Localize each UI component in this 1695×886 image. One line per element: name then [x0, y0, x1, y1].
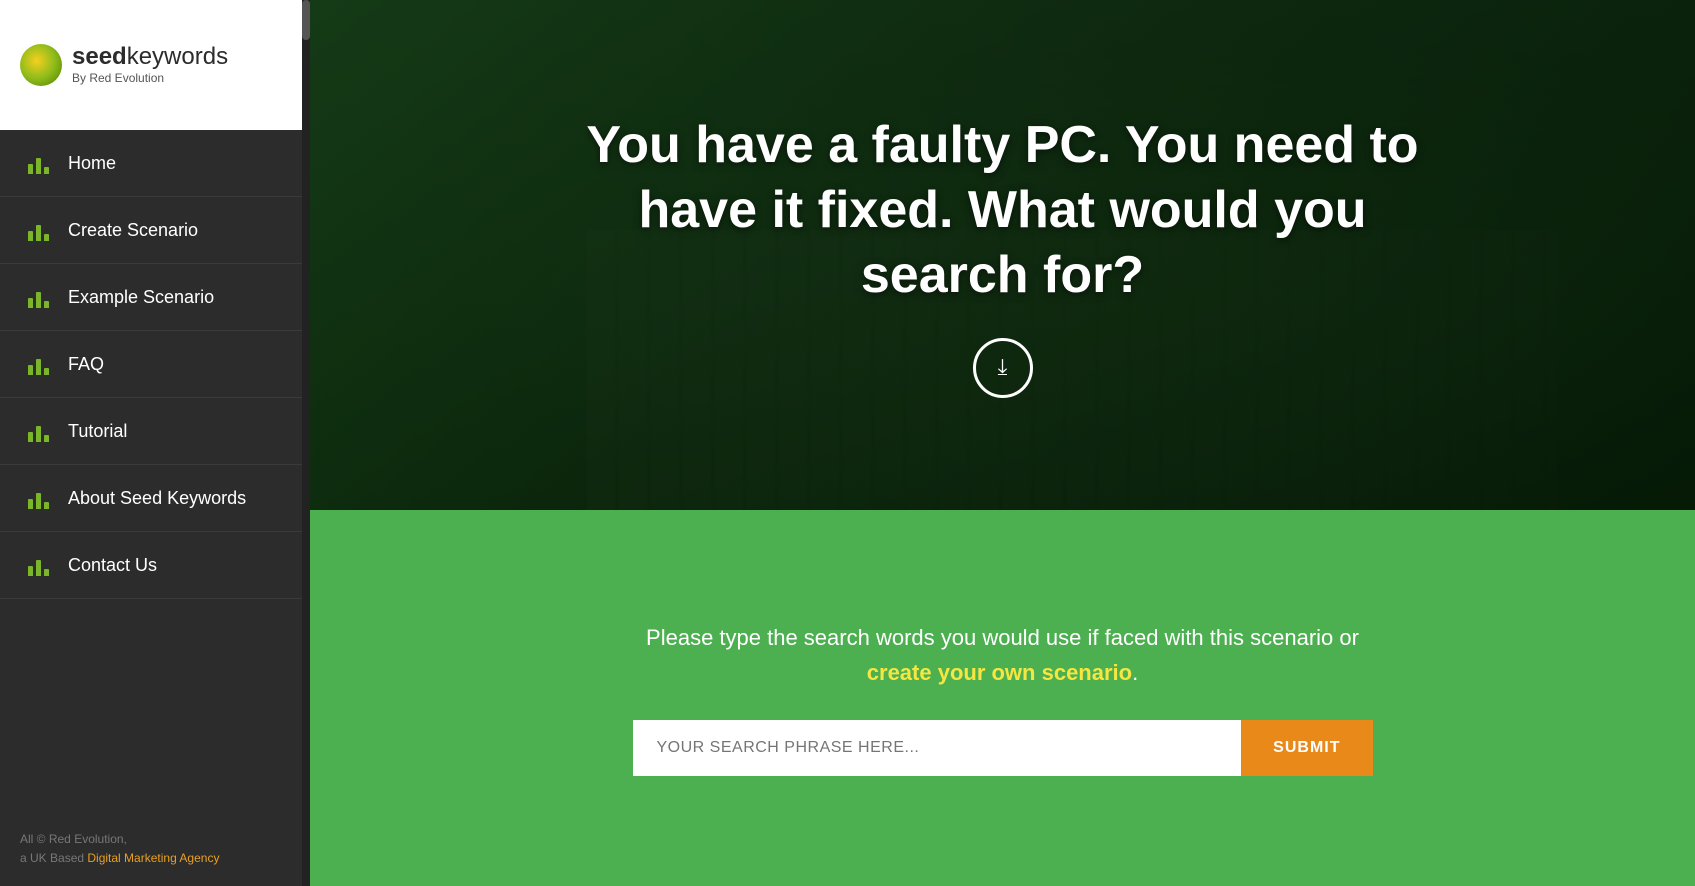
logo-bold: seed	[72, 43, 127, 70]
main-content: You have a faulty PC. You need to have i…	[310, 0, 1695, 886]
search-desc-part1: Please type the search words you would u…	[646, 625, 1359, 650]
search-section: Please type the search words you would u…	[310, 510, 1695, 886]
search-description: Please type the search words you would u…	[633, 620, 1373, 690]
nav-label-tutorial: Tutorial	[68, 421, 127, 442]
nav-label-example-scenario: Example Scenario	[68, 287, 214, 308]
hero-title: You have a faulty PC. You need to have i…	[553, 113, 1453, 308]
contact-bar-icon	[28, 554, 50, 576]
sidebar-item-create-scenario[interactable]: Create Scenario	[0, 197, 310, 264]
hero-section: You have a faulty PC. You need to have i…	[310, 0, 1695, 510]
tutorial-bar-icon	[28, 420, 50, 442]
sidebar-item-contact-us[interactable]: Contact Us	[0, 532, 310, 599]
scrollbar-track	[302, 0, 310, 886]
logo-light: keywords	[127, 43, 228, 70]
scrollbar-thumb[interactable]	[302, 0, 310, 40]
about-bar-icon	[28, 487, 50, 509]
nav-label-create-scenario: Create Scenario	[68, 220, 198, 241]
sidebar-item-tutorial[interactable]: Tutorial	[0, 398, 310, 465]
logo-text-wrap: seedkeywords By Red Evolution	[72, 45, 228, 85]
submit-button[interactable]: SUBMIT	[1241, 720, 1372, 776]
logo-area: seedkeywords By Red Evolution	[0, 0, 310, 130]
main-nav: Home Create Scenario Example Scenario FA…	[0, 130, 310, 812]
logo-subtext: By Red Evolution	[72, 71, 228, 85]
nav-label-faq: FAQ	[68, 354, 104, 375]
search-bar: SUBMIT	[633, 720, 1373, 776]
sidebar-item-faq[interactable]: FAQ	[0, 331, 310, 398]
chevron-double-icon: ⤓	[998, 359, 1008, 376]
sidebar-item-home[interactable]: Home	[0, 130, 310, 197]
nav-label-contact-us: Contact Us	[68, 555, 157, 576]
sidebar-footer: All © Red Evolution, a UK Based Digital …	[0, 812, 310, 886]
create-scenario-bar-icon	[28, 219, 50, 241]
footer-line1: All © Red Evolution,	[20, 832, 127, 846]
hero-content: You have a faulty PC. You need to have i…	[493, 113, 1513, 398]
footer-line2: a UK Based	[20, 851, 87, 865]
search-desc-part2: .	[1132, 660, 1138, 685]
logo-icon	[20, 44, 62, 86]
scroll-down-button[interactable]: ⤓	[973, 338, 1033, 398]
faq-bar-icon	[28, 353, 50, 375]
create-own-scenario-link[interactable]: create your own scenario	[867, 660, 1132, 685]
example-scenario-bar-icon	[28, 286, 50, 308]
sidebar: seedkeywords By Red Evolution Home Creat…	[0, 0, 310, 886]
sidebar-item-about-seed-keywords[interactable]: About Seed Keywords	[0, 465, 310, 532]
logo-text: seedkeywords	[72, 45, 228, 69]
footer-link[interactable]: Digital Marketing Agency	[87, 851, 219, 865]
nav-label-about-seed-keywords: About Seed Keywords	[68, 488, 246, 509]
nav-label-home: Home	[68, 153, 116, 174]
search-input[interactable]	[633, 720, 1242, 776]
home-bar-icon	[28, 152, 50, 174]
sidebar-item-example-scenario[interactable]: Example Scenario	[0, 264, 310, 331]
